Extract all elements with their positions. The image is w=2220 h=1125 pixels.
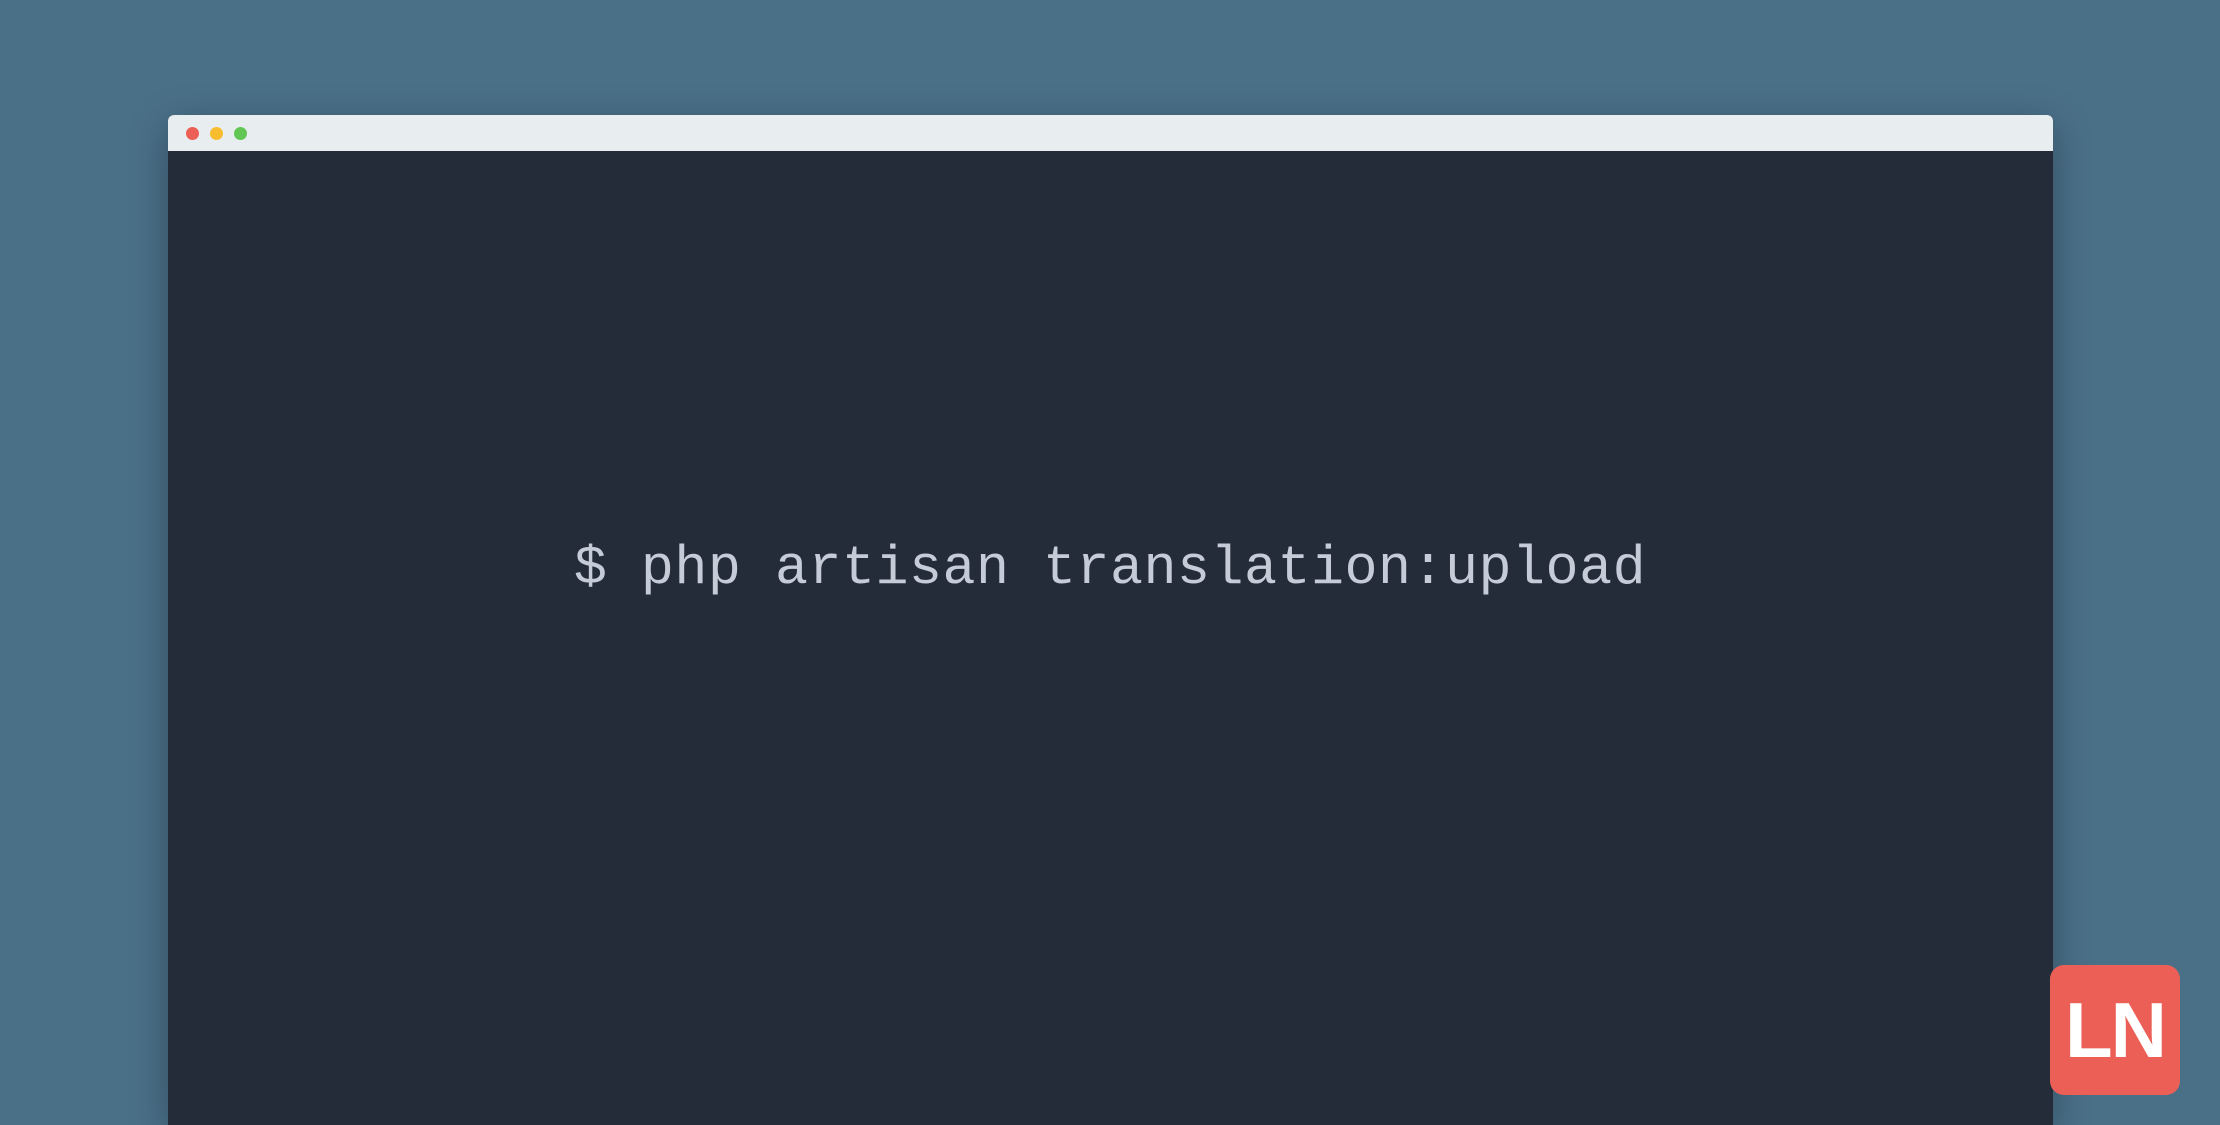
command-text: $ php artisan translation:upload: [574, 537, 1646, 600]
terminal-window: $ php artisan translation:upload: [168, 115, 2053, 1125]
logo-badge: LN: [2050, 965, 2180, 1095]
window-titlebar: [168, 115, 2053, 151]
minimize-icon[interactable]: [210, 127, 223, 140]
maximize-icon[interactable]: [234, 127, 247, 140]
terminal-body[interactable]: $ php artisan translation:upload: [168, 151, 2053, 1125]
logo-text: LN: [2065, 991, 2165, 1069]
close-icon[interactable]: [186, 127, 199, 140]
